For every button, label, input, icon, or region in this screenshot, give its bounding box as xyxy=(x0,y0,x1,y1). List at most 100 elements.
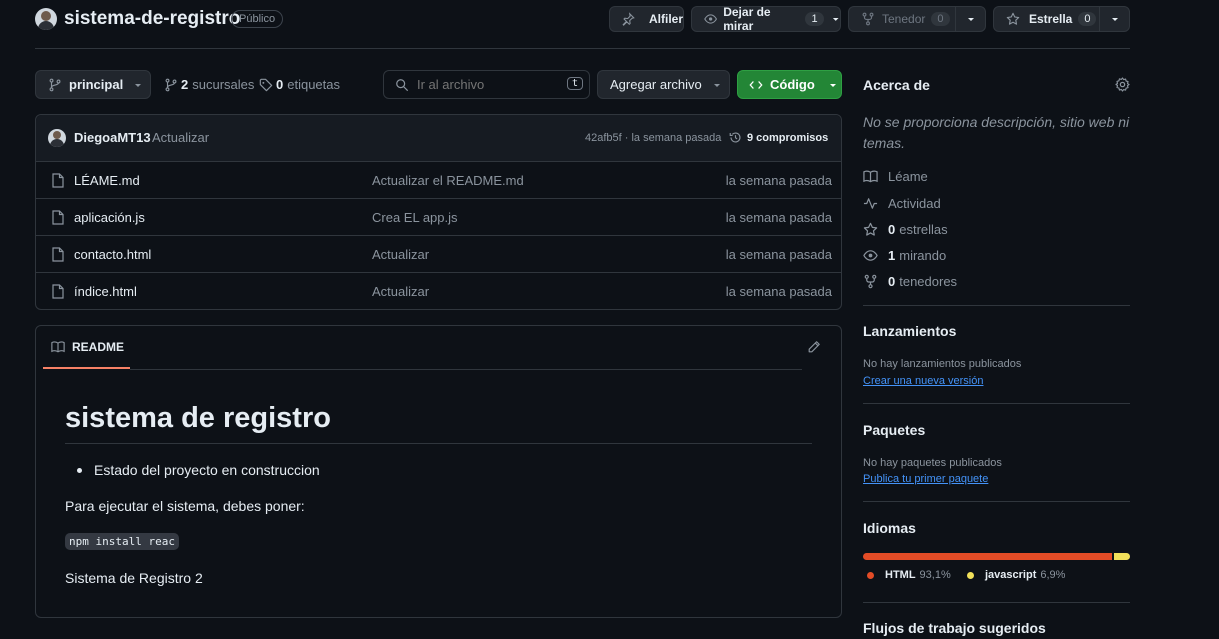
watch-label: Dejar de mirar xyxy=(723,5,771,33)
releases-title[interactable]: Lanzamientos xyxy=(863,323,956,339)
watching-label: mirando xyxy=(899,248,947,263)
star-label: Estrella xyxy=(1029,12,1073,26)
file-name[interactable]: contacto.html xyxy=(74,247,151,262)
commit-author[interactable]: DiegoaMT13 xyxy=(74,130,151,145)
sidebar-item-activity[interactable]: Actividad xyxy=(863,196,941,211)
chevron-down-icon xyxy=(1111,18,1118,21)
workflows-title: Flujos de trabajo sugeridos xyxy=(863,620,1046,636)
sidebar-divider xyxy=(863,403,1130,404)
table-row[interactable]: LÉAME.md Actualizar el README.md la sema… xyxy=(36,161,842,198)
file-commit-message[interactable]: Crea EL app.js xyxy=(372,210,458,225)
visibility-badge: Público xyxy=(231,10,284,28)
sidebar-item-stars[interactable]: 0 estrellas xyxy=(863,222,948,237)
table-row[interactable]: aplicación.js Crea EL app.js la semana p… xyxy=(36,198,842,235)
commit-message[interactable]: Actualizar xyxy=(152,130,209,145)
readme-tab-divider xyxy=(130,369,802,370)
commit-hash-time[interactable]: 42afb5f · la semana pasada xyxy=(585,132,721,144)
chevron-down-icon xyxy=(832,18,839,21)
star-icon xyxy=(863,222,878,236)
about-title: Acerca de xyxy=(863,77,930,93)
language-percent: 6,9% xyxy=(1040,569,1066,581)
watch-button[interactable]: Dejar de mirar 1 xyxy=(691,5,841,33)
sidebar-item-watching[interactable]: 1 mirando xyxy=(863,248,946,263)
watch-count: 1 xyxy=(805,12,824,26)
edit-pencil-icon[interactable] xyxy=(807,340,821,354)
commits-link[interactable]: 9 compromisos xyxy=(729,131,828,144)
sidebar-divider xyxy=(863,501,1130,502)
readme-heading-rule xyxy=(65,443,812,444)
file-name[interactable]: aplicación.js xyxy=(74,210,145,225)
packages-empty: No hay paquetes publicados xyxy=(863,457,1002,469)
branches-label: sucursales xyxy=(192,77,255,92)
commits-label: compromisos xyxy=(756,131,829,144)
branches-link[interactable]: 2 sucursales xyxy=(164,77,254,92)
chevron-down-icon xyxy=(135,83,142,87)
language-name: javascript xyxy=(985,569,1037,581)
commit-avatar[interactable] xyxy=(48,129,66,147)
file-name[interactable]: LÉAME.md xyxy=(74,173,140,188)
history-icon xyxy=(729,132,741,143)
pin-button[interactable]: Alfiler xyxy=(609,6,684,32)
language-item-html[interactable]: HTML 93,1% xyxy=(867,569,951,581)
language-dot-html xyxy=(867,571,874,579)
repo-name[interactable]: sistema-de-registro xyxy=(64,8,240,30)
branch-select[interactable]: principal xyxy=(35,70,151,99)
add-file-label: Agregar archivo xyxy=(610,77,702,92)
tag-icon xyxy=(259,78,273,91)
readme-tab-label: README xyxy=(72,340,125,354)
sidebar-item-readme[interactable]: Léame xyxy=(863,169,928,184)
file-commit-message[interactable]: Actualizar xyxy=(372,247,429,262)
releases-empty: No hay lanzamientos publicados xyxy=(863,358,1022,370)
repo-avatar[interactable] xyxy=(35,8,57,30)
table-row[interactable]: índice.html Actualizar la semana pasada xyxy=(36,272,842,309)
file-search-input[interactable] xyxy=(417,77,567,92)
file-commit-message[interactable]: Actualizar xyxy=(372,284,429,299)
chevron-down-icon xyxy=(713,83,720,87)
file-date: la semana pasada xyxy=(725,283,832,299)
star-count: 0 xyxy=(1078,12,1097,26)
star-button[interactable]: Estrella 0 xyxy=(993,6,1100,32)
file-date: la semana pasada xyxy=(725,209,832,225)
branch-icon xyxy=(165,78,177,91)
activity-label: Actividad xyxy=(888,196,941,211)
branches-count: 2 xyxy=(181,77,189,92)
language-bar xyxy=(863,553,1130,560)
language-percent: 93,1% xyxy=(919,569,951,581)
packages-title[interactable]: Paquetes xyxy=(863,422,925,438)
file-icon xyxy=(52,284,64,299)
table-row[interactable]: contacto.html Actualizar la semana pasad… xyxy=(36,235,842,272)
readme-tab[interactable]: README xyxy=(43,338,130,369)
fork-dropdown-button[interactable] xyxy=(955,6,986,32)
file-commit-message[interactable]: Actualizar el README.md xyxy=(372,173,524,188)
chevron-down-icon xyxy=(967,18,974,21)
file-name[interactable]: índice.html xyxy=(74,284,137,299)
commits-count: 9 xyxy=(747,131,754,144)
branch-name: principal xyxy=(69,77,124,92)
file-search[interactable]: t xyxy=(383,70,590,99)
file-icon xyxy=(52,247,64,262)
sidebar-divider xyxy=(863,305,1130,306)
readme-paragraph: Para ejecutar el sistema, debes poner: xyxy=(65,498,305,514)
fork-label: Tenedor xyxy=(882,12,926,26)
sidebar-item-forks[interactable]: 0 tenedores xyxy=(863,274,957,289)
star-dropdown-button[interactable] xyxy=(1099,6,1130,32)
gear-icon[interactable] xyxy=(1115,77,1130,92)
file-date: la semana pasada xyxy=(725,246,832,262)
languages-title: Idiomas xyxy=(863,520,916,536)
book-icon xyxy=(863,170,878,183)
publish-package-link[interactable]: Publica tu primer paquete xyxy=(863,473,988,485)
readme-code: npm install reac xyxy=(65,533,179,550)
code-label: Código xyxy=(770,77,815,92)
code-icon xyxy=(749,80,763,89)
fork-button[interactable]: Tenedor 0 xyxy=(848,6,956,32)
language-item-javascript[interactable]: javascript 6,9% xyxy=(967,569,1065,581)
create-release-link[interactable]: Crear una nueva versión xyxy=(863,375,983,387)
forks-count: 0 xyxy=(888,274,896,289)
add-file-button[interactable]: Agregar archivo xyxy=(597,70,730,99)
pin-icon xyxy=(622,12,635,26)
language-dot-javascript xyxy=(967,571,974,579)
tags-link[interactable]: 0 etiquetas xyxy=(259,77,340,92)
code-button[interactable]: Código xyxy=(737,70,842,99)
star-icon xyxy=(1006,12,1020,25)
about-description: No se proporciona descripción, sitio web… xyxy=(863,114,1130,151)
